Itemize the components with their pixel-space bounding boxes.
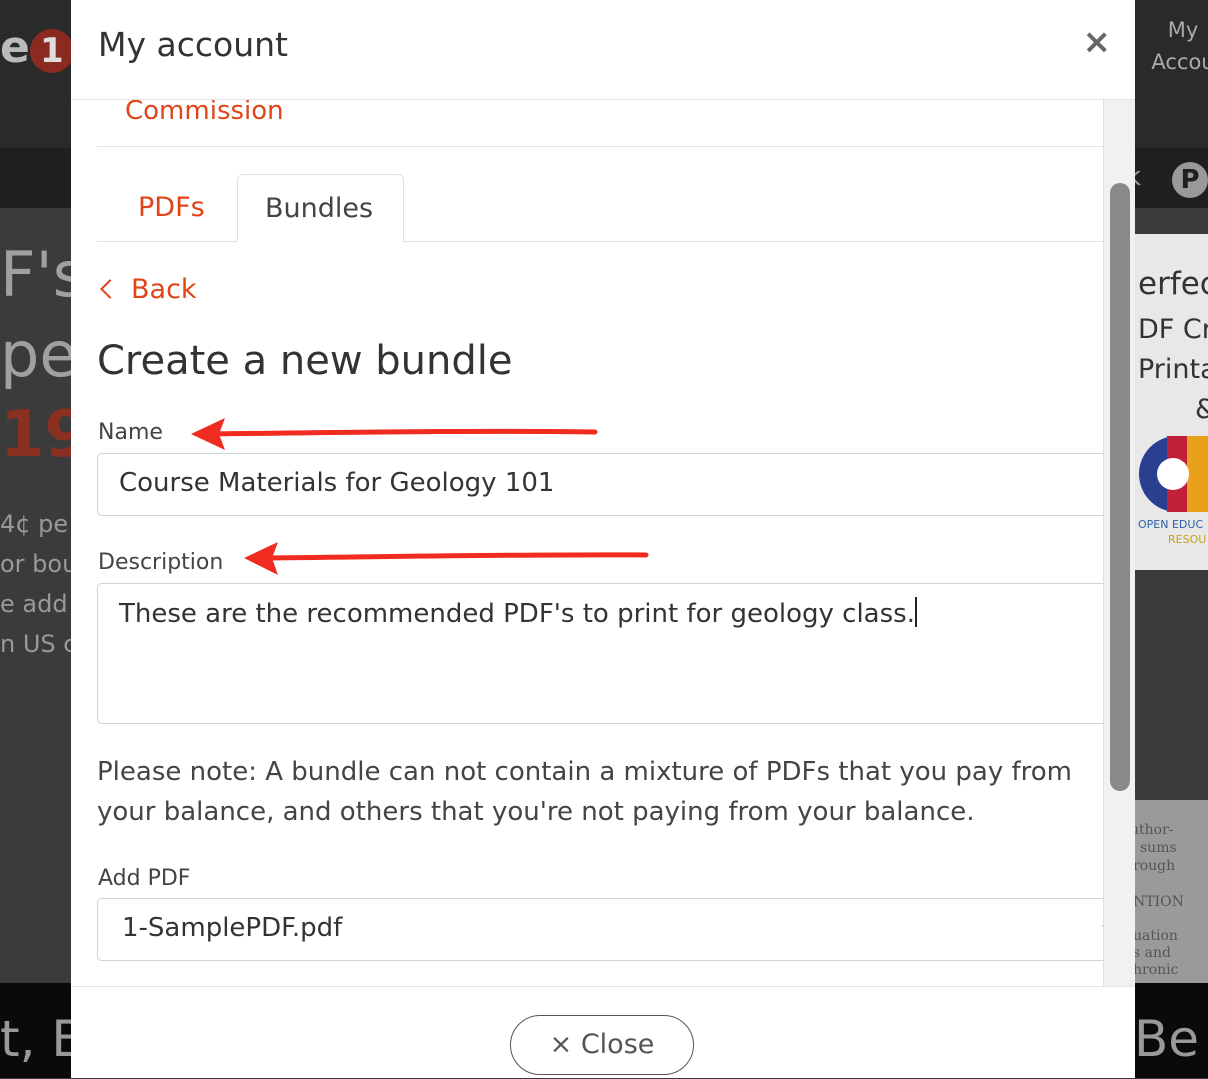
- background-hero-text: 4¢ pe: [0, 510, 69, 538]
- bundle-note: Please note: A bundle can not contain a …: [97, 757, 1072, 827]
- name-input-value: Course Materials for Geology 101: [119, 468, 555, 498]
- background-hero-text: e add: [0, 590, 68, 618]
- name-input[interactable]: Course Materials for Geology 101: [97, 453, 1127, 516]
- modal-scrollbar[interactable]: [1103, 100, 1135, 986]
- oer-logo-icon: [1139, 436, 1208, 512]
- close-button[interactable]: × Close: [510, 1015, 694, 1075]
- close-button-label: Close: [580, 1029, 655, 1060]
- commission-link[interactable]: Commission: [125, 100, 284, 126]
- add-pdf-label: Add PDF: [98, 866, 191, 891]
- description-textarea[interactable]: These are the recommended PDF's to print…: [97, 583, 1127, 724]
- page-title: Create a new bundle: [97, 338, 513, 384]
- description-label: Description: [98, 550, 224, 575]
- text-cursor: [914, 597, 917, 627]
- scrollbar-thumb[interactable]: [1110, 183, 1130, 791]
- annotation-arrow-description: [244, 542, 649, 575]
- add-pdf-selected-value: 1-SamplePDF.pdf: [122, 913, 343, 943]
- close-icon[interactable]: ×: [1083, 22, 1112, 62]
- background-hero-text: pe: [0, 318, 78, 391]
- annotation-arrow-name: [191, 418, 598, 450]
- modal-title: My account: [98, 25, 288, 64]
- tab-pdfs[interactable]: PDFs: [111, 174, 232, 242]
- background-my-account-link: My Accou: [1151, 18, 1208, 74]
- modal-footer: × Close: [71, 986, 1135, 1079]
- background-ad-banner: erfec DF Cr Printa & OPEN EDUC RESOU: [1135, 234, 1208, 570]
- back-label: Back: [131, 274, 197, 305]
- pinterest-icon: P: [1172, 162, 1208, 198]
- background-hero-text: n US c: [0, 630, 77, 658]
- divider: [97, 146, 1103, 147]
- background-hero-text: or bou: [0, 550, 78, 578]
- description-value: These are the recommended PDF's to print…: [119, 599, 915, 629]
- tab-bundles[interactable]: Bundles: [237, 174, 404, 242]
- close-icon: ×: [549, 1029, 573, 1060]
- chevron-left-icon: [100, 279, 120, 299]
- modal-header: My account ×: [71, 0, 1135, 100]
- add-pdf-select[interactable]: 1-SamplePDF.pdf: [97, 898, 1127, 961]
- back-link[interactable]: Back: [97, 274, 197, 305]
- name-label: Name: [98, 420, 163, 445]
- background-footer-text: Be: [1134, 1010, 1200, 1068]
